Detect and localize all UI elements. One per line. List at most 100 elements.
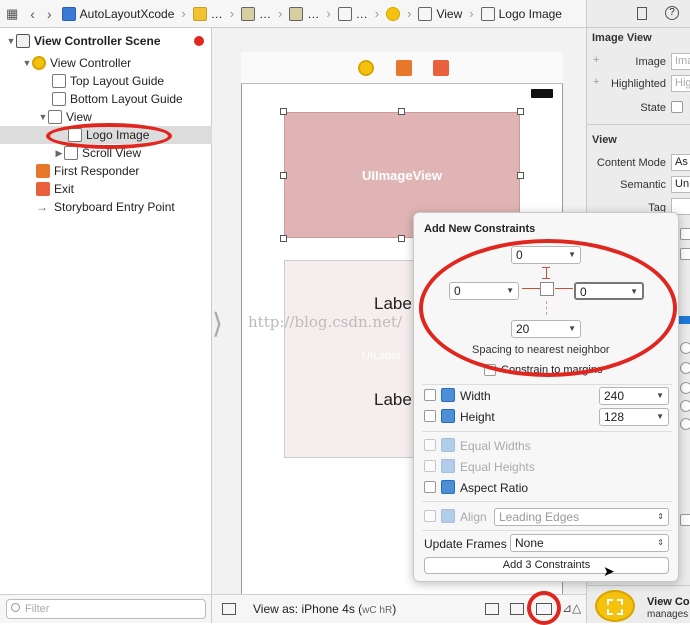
aspect-ratio-checkbox[interactable] <box>424 481 436 493</box>
image-field[interactable]: Image <box>671 53 690 70</box>
plus-icon[interactable]: + <box>593 54 599 66</box>
height-checkbox[interactable] <box>424 410 436 422</box>
stack-icon[interactable] <box>485 603 499 615</box>
aspect-ratio-label: Aspect Ratio <box>460 481 529 495</box>
toggle-outline-icon[interactable] <box>222 603 236 615</box>
resize-handle[interactable] <box>517 108 524 115</box>
jumpbar-item-folder[interactable]: … <box>211 7 223 21</box>
disclosure-open-icon[interactable]: ▼ <box>22 58 32 68</box>
view-as-label[interactable]: View as: iPhone 4s (wC hR) <box>253 602 396 616</box>
plus-icon[interactable]: + <box>593 76 599 88</box>
jumpbar-item-project[interactable]: AutoLayoutXcode <box>80 7 175 21</box>
exit-icon <box>36 182 50 196</box>
jumpbar-item-scene[interactable]: … <box>356 7 368 21</box>
outline-row-label: Storyboard Entry Point <box>54 200 175 214</box>
inspector-checkbox[interactable] <box>680 248 690 260</box>
equal-heights-icon <box>441 459 455 473</box>
content-mode-label: Content Mode <box>596 157 666 169</box>
battery-icon <box>531 89 553 98</box>
state-checkbox[interactable] <box>671 101 683 113</box>
disclosure-closed-icon[interactable]: ▶ <box>54 148 64 159</box>
first-responder-icon <box>36 164 50 178</box>
inspector-radio[interactable] <box>680 418 690 430</box>
align-checkbox[interactable] <box>424 510 436 522</box>
exit-icon[interactable] <box>433 60 449 76</box>
add-constraints-popover: Add New Constraints 0 ▼ 0 ▼ 0 ▼ 20 ▼ Spacing… <box>413 212 679 582</box>
back-arrow-icon[interactable]: ‹ <box>30 6 35 22</box>
filter-input[interactable]: Filter <box>6 599 206 619</box>
outline-row-first-responder[interactable]: First Responder <box>0 162 212 180</box>
divider <box>422 501 672 502</box>
annotation-ring <box>46 123 172 149</box>
update-frames-label: Update Frames <box>424 537 507 551</box>
file-inspector-icon[interactable] <box>637 7 647 20</box>
outline-row-label: Top Layout Guide <box>70 74 165 88</box>
outline-row-view-controller[interactable]: ▼ View Controller <box>0 54 212 72</box>
width-checkbox[interactable] <box>424 389 436 401</box>
jumpbar-item-logo-image[interactable]: Logo Image <box>499 7 562 21</box>
resize-handle[interactable] <box>280 235 287 242</box>
update-frames-select[interactable]: None ⇕ <box>510 534 669 552</box>
label-2[interactable]: Label <box>374 390 416 410</box>
help-icon[interactable]: ? <box>665 6 679 20</box>
chevron-right-icon: › <box>469 6 474 21</box>
view-controller-library-icon[interactable] <box>595 590 635 622</box>
filter-icon <box>11 603 20 612</box>
outline-row-bottom-layout-guide[interactable]: Bottom Layout Guide <box>0 90 212 108</box>
inspector-radio[interactable] <box>680 382 690 394</box>
semantic-select[interactable]: Un <box>671 176 690 193</box>
align-select[interactable]: Leading Edges ⇕ <box>494 508 669 526</box>
outline-row-storyboard-entry[interactable]: → Storyboard Entry Point <box>0 198 212 216</box>
disclosure-open-icon[interactable]: ▼ <box>38 112 48 122</box>
inspector-radio[interactable] <box>680 362 690 374</box>
height-field[interactable]: 128 ▼ <box>599 408 669 426</box>
resize-handle[interactable] <box>398 108 405 115</box>
highlighted-field[interactable]: Highl <box>671 75 690 92</box>
equal-widths-icon <box>441 438 455 452</box>
first-responder-icon[interactable] <box>396 60 412 76</box>
view-icon <box>48 110 62 124</box>
forward-arrow-icon[interactable]: › <box>47 6 52 22</box>
jumpbar-item-base[interactable]: … <box>307 7 319 21</box>
warning-badge-icon[interactable] <box>194 36 204 46</box>
aspect-ratio-icon <box>441 480 455 494</box>
inspector-radio[interactable] <box>680 342 690 354</box>
inspector-checkbox[interactable] <box>680 228 690 240</box>
grid-icon[interactable]: ▦ <box>6 6 18 22</box>
color-well[interactable] <box>679 316 690 324</box>
cursor-icon: ➤ <box>603 563 615 579</box>
folder-icon <box>192 6 207 21</box>
align-icon[interactable] <box>510 603 524 615</box>
outline-row-exit[interactable]: Exit <box>0 180 212 198</box>
divider <box>422 384 672 385</box>
scene-icon <box>16 34 30 48</box>
content-mode-select[interactable]: As <box>671 154 690 171</box>
arrow-right-icon: → <box>36 200 48 214</box>
chevron-right-icon: › <box>229 6 235 21</box>
stepper-caret-icon: ⇕ <box>657 512 664 521</box>
document-outline: ▼ View Controller Scene ▼ View Controlle… <box>0 28 212 594</box>
width-field[interactable]: 240 ▼ <box>599 387 669 405</box>
resolve-issues-icon[interactable]: ⊿△ <box>562 601 581 615</box>
inspector-checkbox[interactable] <box>680 514 690 526</box>
equal-widths-checkbox[interactable] <box>424 439 436 451</box>
jumpbar-item-storyboard[interactable]: … <box>259 7 271 21</box>
dropdown-caret-icon: ▼ <box>656 412 664 421</box>
outline-row-scene[interactable]: ▼ View Controller Scene <box>0 32 212 50</box>
resize-handle[interactable] <box>280 172 287 179</box>
resize-handle[interactable] <box>517 172 524 179</box>
disclosure-open-icon[interactable]: ▼ <box>6 36 16 46</box>
resize-handle[interactable] <box>280 108 287 115</box>
inspector-radio[interactable] <box>680 400 690 412</box>
resize-handle[interactable] <box>398 235 405 242</box>
scene-icon <box>337 6 352 21</box>
outline-row-top-layout-guide[interactable]: Top Layout Guide <box>0 72 212 90</box>
jumpbar-item-view[interactable]: View <box>436 7 462 21</box>
view-controller-icon[interactable] <box>358 60 374 76</box>
label-1[interactable]: Label <box>374 294 416 314</box>
equal-heights-checkbox[interactable] <box>424 460 436 472</box>
add-constraints-button[interactable]: Add 3 Constraints <box>424 557 669 574</box>
divider <box>422 530 672 531</box>
annotation-ring <box>527 591 561 625</box>
outline-row-label: View Controller <box>50 56 132 70</box>
